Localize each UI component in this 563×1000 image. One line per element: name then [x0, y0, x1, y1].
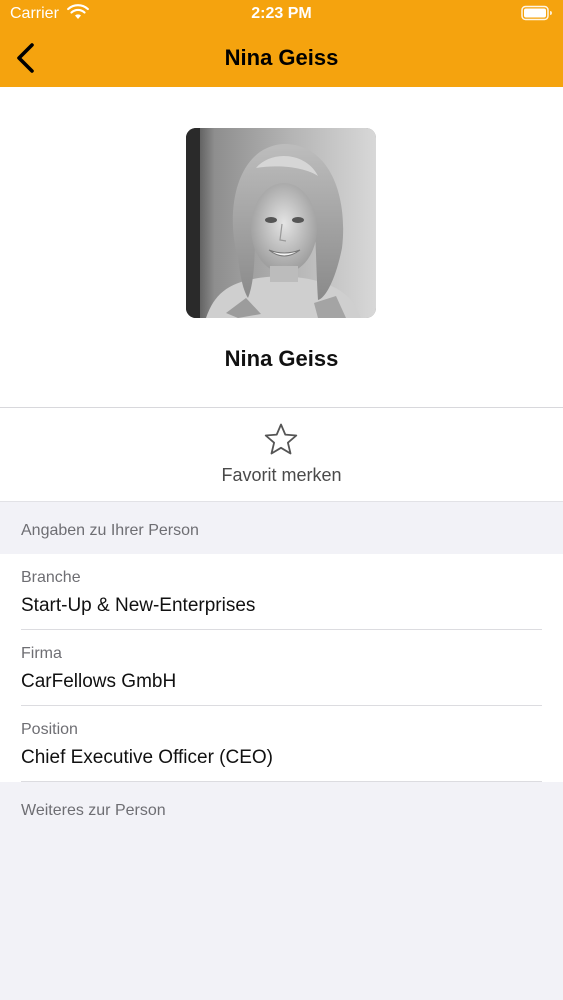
favorite-button[interactable]: Favorit merken: [0, 408, 563, 502]
section-header-more: Weiteres zur Person: [21, 802, 166, 819]
detail-value: CarFellows GmbH: [21, 671, 177, 692]
detail-label: Firma: [21, 645, 62, 662]
page-title: Nina Geiss: [224, 45, 339, 70]
row-divider: [21, 781, 542, 782]
detail-row-branche: Branche Start-Up & New-Enterprises: [0, 554, 563, 630]
status-bar: Carrier 2:23 PM: [0, 0, 563, 30]
star-outline-icon: [264, 423, 298, 455]
section-header-person: Angaben zu Ihrer Person: [21, 522, 199, 539]
status-time: 2:23 PM: [251, 5, 312, 22]
detail-row-position: Position Chief Executive Officer (CEO): [0, 706, 563, 782]
profile-name: Nina Geiss: [224, 346, 339, 371]
detail-label: Branche: [21, 569, 81, 586]
detail-label: Position: [21, 721, 78, 738]
profile-photo: [186, 128, 376, 318]
top-bar: Carrier 2:23 PM Nina Geiss: [0, 0, 563, 87]
person-details-list: Branche Start-Up & New-Enterprises Firma…: [0, 554, 563, 782]
detail-value: Start-Up & New-Enterprises: [21, 595, 256, 616]
profile-photo-image: [186, 128, 376, 318]
navigation-bar: Nina Geiss: [0, 30, 563, 87]
profile-header: Nina Geiss: [0, 87, 563, 408]
detail-row-firma: Firma CarFellows GmbH: [0, 630, 563, 706]
detail-value: Chief Executive Officer (CEO): [21, 747, 274, 768]
battery-icon: [521, 5, 552, 21]
favorite-label: Favorit merken: [221, 465, 342, 485]
